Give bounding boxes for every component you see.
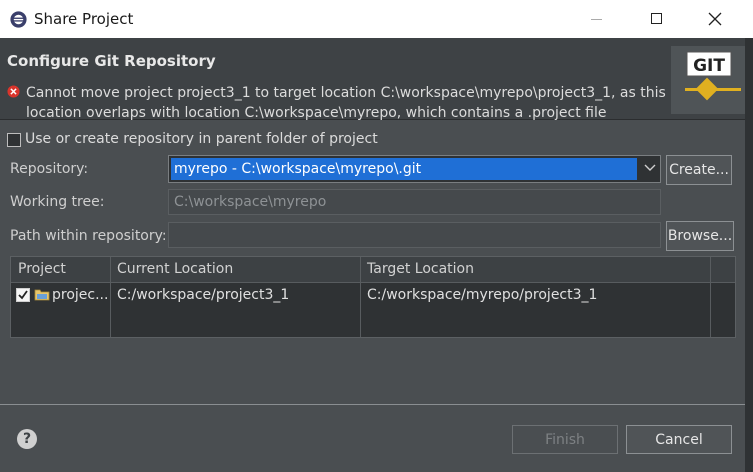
working-tree-field: C:\workspace\myrepo [168, 189, 661, 215]
maximize-icon [651, 13, 662, 24]
git-logo-text: GIT [693, 56, 725, 76]
column-header-project[interactable]: Project [18, 261, 66, 277]
column-header-current-location[interactable]: Current Location [117, 261, 233, 277]
column-divider [710, 257, 711, 337]
path-within-repository-field[interactable] [168, 222, 661, 248]
git-logo-icon: GIT [671, 46, 749, 114]
error-message: Cannot move project project3_1 to target… [26, 85, 666, 121]
path-within-repository-label: Path within repository: [10, 228, 167, 244]
projects-table: Project Current Location Target Location… [10, 256, 736, 338]
window-title: Share Project [34, 10, 134, 28]
help-icon[interactable]: ? [17, 429, 37, 449]
row-project-name: projec... [52, 287, 109, 303]
row-checkbox[interactable] [16, 288, 30, 302]
close-button[interactable] [692, 0, 738, 38]
column-divider [360, 257, 361, 337]
eclipse-icon [10, 11, 27, 28]
repository-label: Repository: [10, 161, 89, 177]
footer-divider [0, 404, 745, 405]
minimize-button[interactable] [574, 0, 620, 38]
wizard-header: Configure Git Repository Cannot move pro… [0, 38, 753, 121]
error-icon [7, 85, 20, 98]
close-icon [708, 12, 722, 26]
cancel-button[interactable]: Cancel [626, 425, 732, 454]
repository-select[interactable]: myrepo - C:\workspace\myrepo\.git [168, 155, 661, 183]
repository-selected-value: myrepo - C:\workspace\myrepo\.git [171, 158, 637, 180]
finish-button: Finish [512, 425, 618, 454]
use-parent-checkbox[interactable] [7, 133, 21, 147]
column-divider [110, 257, 111, 337]
row-current-location: C:/workspace/project3_1 [117, 287, 290, 303]
page-title: Configure Git Repository [7, 52, 216, 70]
working-tree-label: Working tree: [10, 194, 105, 210]
column-header-target-location[interactable]: Target Location [367, 261, 474, 277]
use-parent-label[interactable]: Use or create repository in parent folde… [25, 131, 378, 147]
chevron-down-icon[interactable] [644, 163, 656, 173]
title-bar: Share Project [0, 0, 753, 38]
project-folder-icon [34, 289, 50, 301]
maximize-button[interactable] [634, 0, 680, 38]
create-button[interactable]: Create... [666, 155, 732, 185]
table-header: Project Current Location Target Location [11, 257, 735, 283]
row-target-location: C:/workspace/myrepo/project3_1 [367, 287, 598, 303]
minimize-icon [591, 19, 602, 20]
window-edge [745, 38, 753, 472]
browse-button[interactable]: Browse... [666, 221, 734, 251]
checkmark-icon [18, 290, 28, 300]
